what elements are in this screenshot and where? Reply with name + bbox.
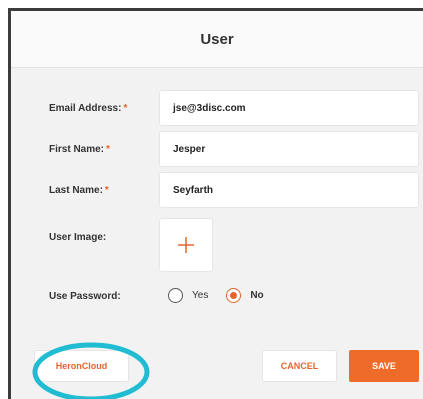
- email-field[interactable]: jse@3disc.com: [159, 90, 419, 126]
- cancel-button-label: CANCEL: [280, 361, 319, 371]
- radio-yes[interactable]: Yes: [168, 288, 208, 303]
- dialog-header: User: [11, 11, 423, 68]
- user-image-label: User Image:: [49, 232, 106, 243]
- required-asterisk: *: [123, 103, 128, 114]
- plus-icon: [178, 237, 194, 253]
- first-name-label: First Name: *: [49, 144, 110, 155]
- email-label: Email Address: *: [49, 103, 127, 114]
- email-value: jse@3disc.com: [173, 102, 246, 114]
- radio-checked-icon[interactable]: [226, 288, 242, 303]
- save-button[interactable]: SAVE: [349, 350, 419, 382]
- radio-no-label: No: [250, 290, 264, 301]
- last-name-field[interactable]: Seyfarth: [159, 172, 419, 208]
- save-button-label: SAVE: [372, 361, 396, 371]
- email-label-text: Email Address:: [49, 103, 122, 114]
- heroncloud-button[interactable]: HeronCloud: [34, 350, 129, 382]
- heroncloud-button-label: HeronCloud: [55, 361, 108, 371]
- dialog-title: User: [200, 30, 234, 48]
- last-name-value: Seyfarth: [173, 184, 214, 196]
- required-asterisk: *: [106, 144, 110, 155]
- use-password-radio-group: Yes No: [168, 288, 282, 303]
- radio-no[interactable]: No: [226, 288, 264, 303]
- radio-yes-label: Yes: [192, 290, 209, 301]
- first-name-label-text: First Name:: [49, 144, 105, 155]
- user-image-upload-button[interactable]: [159, 218, 213, 272]
- required-asterisk: *: [104, 185, 109, 196]
- user-dialog: User Email Address: * jse@3disc.com First…: [8, 8, 423, 399]
- radio-circle-icon[interactable]: [168, 288, 183, 303]
- last-name-label-text: Last Name:: [49, 185, 103, 196]
- last-name-label: Last Name: *: [49, 185, 109, 196]
- first-name-value: Jesper: [173, 143, 206, 155]
- use-password-label-text: Use Password:: [49, 291, 121, 302]
- use-password-label: Use Password:: [49, 291, 121, 302]
- cancel-button[interactable]: CANCEL: [262, 350, 337, 382]
- first-name-field[interactable]: Jesper: [159, 131, 419, 167]
- user-image-label-text: User Image:: [49, 232, 107, 243]
